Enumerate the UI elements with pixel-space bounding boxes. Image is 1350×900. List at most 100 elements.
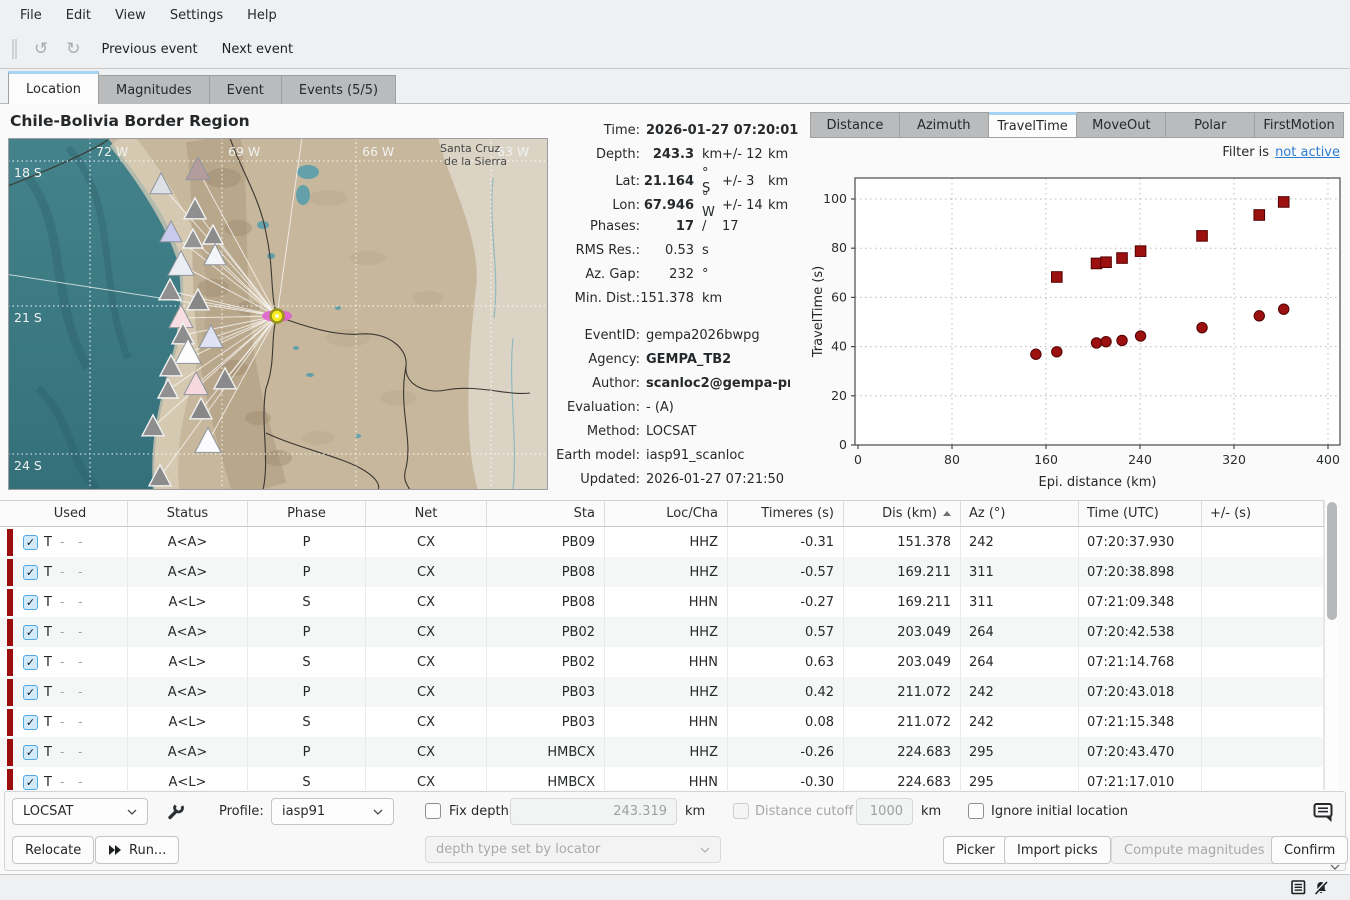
undo-icon[interactable]: ↺ (25, 41, 57, 58)
column-header-loccha[interactable]: Loc/Cha (605, 501, 728, 526)
tt-point-p[interactable] (1101, 336, 1111, 346)
traveltime-plot[interactable]: 080160240320400020406080100Epi. distance… (808, 170, 1345, 495)
log-panel-icon[interactable] (1291, 880, 1306, 895)
ignore-initial-location-checkbox[interactable] (968, 803, 984, 819)
tt-point-s[interactable] (1101, 257, 1112, 268)
tt-point-p[interactable] (1052, 347, 1062, 357)
tt-point-p[interactable] (1254, 311, 1264, 321)
used-checkbox[interactable]: ✓ (23, 535, 38, 550)
plot-tab-azimuth[interactable]: Azimuth (900, 112, 989, 138)
used-checkbox[interactable]: ✓ (23, 565, 38, 580)
picker-button[interactable]: Picker (943, 836, 1008, 864)
profile-select[interactable]: iasp91 (271, 798, 394, 825)
locator-select[interactable]: LOCSAT (12, 798, 148, 825)
x-tick-label: 240 (1128, 452, 1152, 467)
confirm-menu-chevron-icon[interactable] (1330, 864, 1340, 870)
tt-point-p[interactable] (1279, 304, 1289, 314)
info-label: Depth: (552, 147, 640, 162)
map[interactable]: 72 W69 W66 W63 W18 S21 S24 SSanta Cruzde… (8, 138, 548, 490)
tt-point-s[interactable] (1117, 253, 1128, 264)
plot-tab-distance[interactable]: Distance (810, 112, 900, 138)
menu-file[interactable]: File (8, 3, 54, 28)
used-checkbox[interactable]: ✓ (23, 625, 38, 640)
column-header-used[interactable]: Used (13, 501, 128, 526)
status-bar (0, 874, 1350, 900)
toolbar-drag-handle[interactable] (12, 39, 17, 59)
next-event-button[interactable]: Next event (210, 35, 305, 64)
table-row[interactable]: ✓T- -A<L>SCXPB08HHN-0.27169.21131107:21:… (0, 587, 1324, 617)
map-canvas: 72 W69 W66 W63 W18 S21 S24 SSanta Cruzde… (8, 138, 548, 490)
menu-view[interactable]: View (103, 3, 158, 28)
column-header-status[interactable]: Status (128, 501, 248, 526)
column-header-timeress[interactable]: Timeres (s) (728, 501, 844, 526)
plot-tab-firstmotion[interactable]: FirstMotion (1255, 112, 1344, 138)
info-value: iasp91_scanloc (640, 448, 790, 463)
table-row[interactable]: ✓T- -A<L>SCXPB03HHN0.08211.07224207:21:1… (0, 707, 1324, 737)
comment-bubble-icon[interactable] (1312, 801, 1336, 825)
cell-dis: 151.378 (844, 527, 961, 557)
tt-point-s[interactable] (1135, 246, 1146, 257)
cell-net: CX (366, 767, 487, 790)
table-row[interactable]: ✓T- -A<A>PCXPB03HHZ0.42211.07224207:20:4… (0, 677, 1324, 707)
column-header-phase[interactable]: Phase (248, 501, 366, 526)
cell-value: CX (417, 655, 435, 670)
tab-magnitudes[interactable]: Magnitudes (99, 75, 210, 104)
confirm-button[interactable]: Confirm (1271, 836, 1348, 864)
used-checkbox[interactable]: ✓ (23, 595, 38, 610)
tt-point-s[interactable] (1278, 197, 1289, 208)
used-checkbox[interactable]: ✓ (23, 655, 38, 670)
used-checkbox[interactable]: ✓ (23, 745, 38, 760)
column-header-timeutc[interactable]: Time (UTC) (1079, 501, 1202, 526)
table-row[interactable]: ✓T- -A<A>PCXPB08HHZ-0.57169.21131107:20:… (0, 557, 1324, 587)
previous-event-button[interactable]: Previous event (90, 35, 210, 64)
tab-location[interactable]: Location (8, 71, 99, 104)
menu-help[interactable]: Help (235, 3, 289, 28)
table-row[interactable]: ✓T- -A<L>SCXHMBCXHHN-0.30224.68329507:21… (0, 767, 1324, 790)
filter-toggle-link[interactable]: not active (1275, 145, 1340, 160)
tt-point-s[interactable] (1091, 258, 1102, 269)
redo-icon[interactable]: ↻ (57, 41, 89, 58)
info-unit: km (698, 291, 720, 306)
used-flag-t: T (44, 535, 52, 550)
table-row[interactable]: ✓T- -A<A>PCXHMBCXHHZ-0.26224.68329507:20… (0, 737, 1324, 767)
column-header-sta[interactable]: Sta (487, 501, 605, 526)
column-header-az[interactable]: Az (°) (961, 501, 1079, 526)
menu-settings[interactable]: Settings (158, 3, 235, 28)
tt-point-p[interactable] (1117, 335, 1127, 345)
tt-point-p[interactable] (1135, 331, 1145, 341)
tt-point-s[interactable] (1197, 231, 1208, 242)
tt-point-p[interactable] (1091, 338, 1101, 348)
used-checkbox[interactable]: ✓ (23, 685, 38, 700)
tt-point-s[interactable] (1254, 210, 1265, 221)
cell-az: 264 (961, 647, 1079, 677)
notifications-muted-bell-icon[interactable] (1313, 880, 1329, 896)
tab-event[interactable]: Event (210, 75, 282, 104)
run-button[interactable]: Run... (95, 836, 179, 864)
plot-tab-polar[interactable]: Polar (1166, 112, 1255, 138)
locator-settings-wrench-icon[interactable] (165, 800, 185, 822)
plot-tab-moveout[interactable]: MoveOut (1077, 112, 1166, 138)
used-checkbox[interactable]: ✓ (23, 715, 38, 730)
cell-status: A<A> (128, 557, 248, 587)
cell-status: A<A> (128, 617, 248, 647)
used-checkbox[interactable]: ✓ (23, 775, 38, 790)
column-header-diskm[interactable]: Dis (km) (844, 501, 961, 526)
menu-edit[interactable]: Edit (54, 3, 103, 28)
relocate-button[interactable]: Relocate (12, 836, 94, 864)
table-scrollbar-thumb[interactable] (1327, 502, 1337, 620)
table-row[interactable]: ✓T- -A<A>PCXPB02HHZ0.57203.04926407:20:4… (0, 617, 1324, 647)
column-header-s[interactable]: +/- (s) (1202, 501, 1324, 526)
tt-point-s[interactable] (1052, 272, 1063, 283)
table-scrollbar[interactable] (1324, 500, 1338, 790)
import-picks-button[interactable]: Import picks (1004, 836, 1111, 864)
fix-depth-checkbox[interactable] (425, 803, 441, 819)
plot-tab-traveltime[interactable]: TravelTime (989, 112, 1078, 138)
table-row[interactable]: ✓T- -A<L>SCXPB02HHN0.63203.04926407:21:1… (0, 647, 1324, 677)
lake (257, 221, 269, 229)
column-header-net[interactable]: Net (366, 501, 487, 526)
tab-events-5-5-[interactable]: Events (5/5) (282, 75, 396, 104)
tt-point-p[interactable] (1031, 349, 1041, 359)
tt-point-p[interactable] (1197, 322, 1207, 332)
table-row[interactable]: ✓T- -A<A>PCXPB09HHZ-0.31151.37824207:20:… (0, 527, 1324, 557)
arrival-state-indicator (7, 709, 13, 736)
